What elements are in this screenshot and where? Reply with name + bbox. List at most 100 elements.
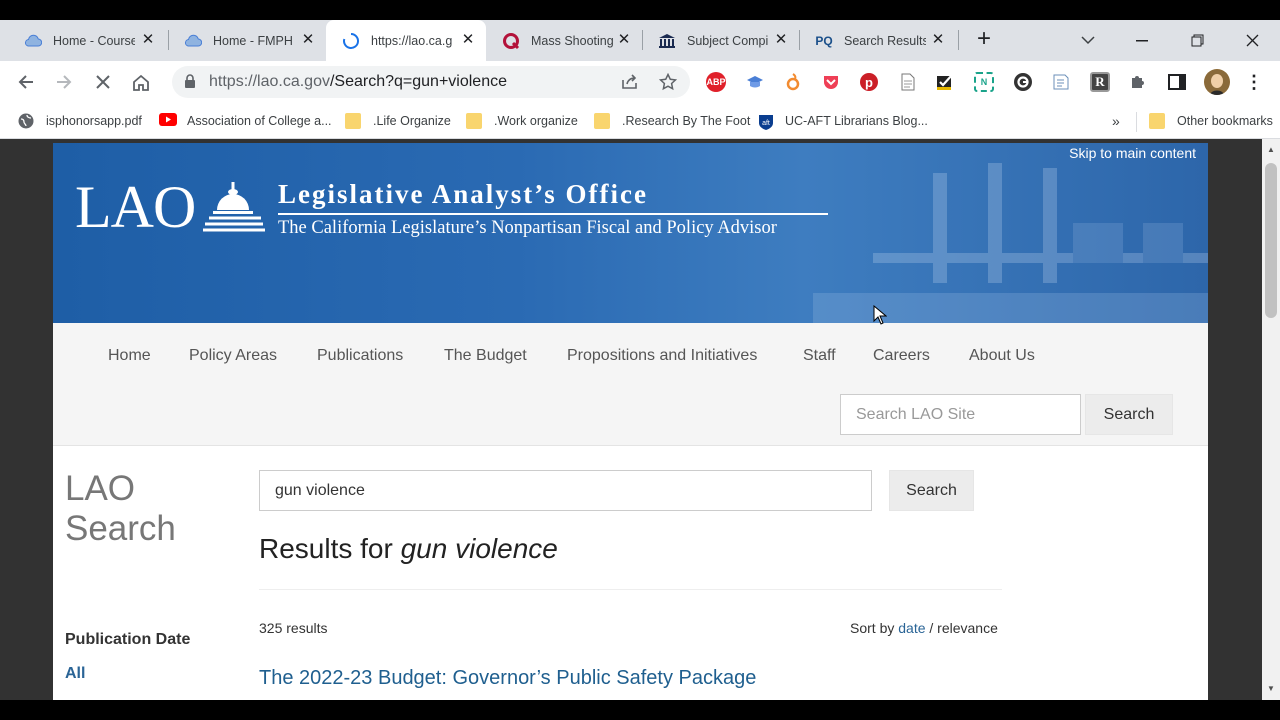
- n-icon[interactable]: N: [974, 72, 994, 92]
- close-icon[interactable]: ✕: [773, 32, 789, 48]
- r-icon[interactable]: R: [1090, 72, 1110, 92]
- bottom-black-band: [0, 700, 1280, 720]
- nav-propositions[interactable]: Propositions and Initiatives: [567, 347, 757, 365]
- bookmark-work-organize[interactable]: .Work organize: [466, 112, 578, 130]
- sort-by-date-link[interactable]: date: [898, 620, 925, 636]
- result-title-link[interactable]: The 2022-23 Budget: Governor’s Public Sa…: [259, 667, 756, 690]
- forward-button[interactable]: [50, 68, 78, 96]
- nav-publications[interactable]: Publications: [317, 347, 403, 365]
- proquest-icon: PQ: [815, 33, 833, 48]
- filter-all-link[interactable]: All: [65, 665, 85, 683]
- tab-strip: Home - Course ✕ Home - FMPH ✕ https://la…: [0, 20, 1280, 61]
- close-icon[interactable]: ✕: [460, 32, 476, 48]
- bookmark-label: .Research By The Foot: [622, 114, 751, 128]
- library-icon: [658, 32, 676, 50]
- bookmark-uc-aft[interactable]: aft UC-AFT Librarians Blog...: [757, 112, 928, 130]
- site-title: Legislative Analyst’s Office: [278, 179, 648, 209]
- tab-title: Home - Course: [53, 33, 135, 48]
- lao-logo-text[interactable]: LAO: [75, 173, 196, 242]
- loading-spinner-icon: [342, 32, 360, 50]
- home-button[interactable]: [127, 68, 155, 96]
- bookmark-label: .Life Organize: [373, 114, 451, 128]
- scroll-down-arrow-icon[interactable]: ▼: [1266, 684, 1276, 694]
- close-icon[interactable]: ✕: [616, 32, 632, 48]
- bookmark-star-icon[interactable]: [654, 68, 682, 96]
- site-subtitle: The California Legislature’s Nonpartisan…: [278, 218, 777, 238]
- folder-icon: [345, 113, 361, 129]
- sort-by-relevance[interactable]: relevance: [937, 620, 998, 636]
- result-count: 325 results: [259, 620, 328, 636]
- mouse-cursor-icon: [873, 305, 887, 325]
- close-icon[interactable]: ✕: [930, 32, 946, 48]
- site-header-banner: Skip to main content LAO Legislative Ana…: [53, 143, 1208, 323]
- top-black-band: [0, 0, 1280, 20]
- tab-search-chevron-icon[interactable]: [1065, 20, 1111, 61]
- tab-title: Mass Shooting: [531, 33, 613, 48]
- close-icon[interactable]: ✕: [300, 32, 316, 48]
- tab-search-results[interactable]: PQ Search Results ✕: [799, 20, 956, 61]
- flame-icon[interactable]: [783, 72, 803, 92]
- bookmark-life-organize[interactable]: .Life Organize: [345, 112, 451, 130]
- nav-about-us[interactable]: About Us: [969, 347, 1035, 365]
- puzzle-icon[interactable]: [1128, 72, 1148, 92]
- q-logo-icon: [502, 32, 520, 50]
- tab-mass-shooting[interactable]: Mass Shooting ✕: [486, 20, 642, 61]
- bookmark-label: Association of College a...: [187, 114, 332, 128]
- nav-careers[interactable]: Careers: [873, 347, 930, 365]
- scroll-thumb[interactable]: [1265, 163, 1277, 318]
- tab-subject-compi[interactable]: Subject Compi ✕: [642, 20, 799, 61]
- mortarboard-icon[interactable]: [745, 72, 765, 92]
- scroll-up-arrow-icon[interactable]: ▲: [1266, 145, 1276, 155]
- tab-home-course[interactable]: Home - Course ✕: [8, 20, 166, 61]
- checkbox-icon[interactable]: [936, 72, 956, 92]
- skip-to-main-link[interactable]: Skip to main content: [1069, 145, 1196, 161]
- address-bar[interactable]: https://lao.ca.gov/Search?q=gun+violence: [172, 66, 690, 98]
- search-query-input[interactable]: gun violence: [259, 470, 872, 511]
- tab-home-fmph[interactable]: Home - FMPH ✕: [168, 20, 326, 61]
- bookmark-label: .Work organize: [494, 114, 578, 128]
- bookmark-association[interactable]: Association of College a...: [159, 112, 332, 130]
- site-search-input[interactable]: Search LAO Site: [840, 394, 1081, 435]
- avatar[interactable]: [1204, 69, 1230, 95]
- capitol-dome-icon: [203, 182, 265, 232]
- side-panel-icon[interactable]: [1167, 72, 1187, 92]
- stop-loading-button[interactable]: [89, 68, 117, 96]
- close-window-button[interactable]: [1229, 20, 1275, 61]
- other-bookmarks[interactable]: Other bookmarks: [1149, 112, 1273, 130]
- cloud-icon: [24, 32, 42, 50]
- share-icon[interactable]: [616, 68, 644, 96]
- bookmark-research[interactable]: .Research By The Foot: [594, 112, 750, 130]
- close-icon[interactable]: ✕: [140, 32, 156, 48]
- back-button[interactable]: [12, 68, 40, 96]
- sort-control: Sort by date / relevance: [850, 620, 998, 636]
- tab-lao-active[interactable]: https://lao.ca.g ✕: [326, 20, 486, 61]
- page-icon[interactable]: [898, 72, 918, 92]
- main-nav: Home Policy Areas Publications The Budge…: [53, 323, 1208, 446]
- pocket-icon[interactable]: [821, 72, 841, 92]
- globe-icon: [18, 113, 34, 129]
- url-path: /Search?q=gun+violence: [329, 73, 507, 90]
- lock-icon[interactable]: [184, 74, 196, 94]
- bookmarks-overflow-button[interactable]: »: [1112, 112, 1120, 130]
- adblock-icon[interactable]: ABP: [706, 72, 726, 92]
- minimize-button[interactable]: [1119, 20, 1165, 61]
- results-prefix: Results for: [259, 533, 401, 564]
- note-icon[interactable]: [1051, 72, 1071, 92]
- nav-the-budget[interactable]: The Budget: [444, 347, 527, 365]
- grammarly-icon[interactable]: [1013, 72, 1033, 92]
- bookmark-isphonorsapp[interactable]: isphonorsapp.pdf: [18, 112, 142, 130]
- pinterest-icon[interactable]: p: [859, 72, 879, 92]
- bookmark-label: isphonorsapp.pdf: [46, 114, 142, 128]
- page-scrollbar[interactable]: ▲ ▼: [1262, 139, 1280, 700]
- nav-policy-areas[interactable]: Policy Areas: [189, 347, 277, 365]
- new-tab-button[interactable]: +: [972, 27, 996, 52]
- menu-kebab-icon[interactable]: ⋮: [1244, 72, 1264, 92]
- nav-staff[interactable]: Staff: [803, 347, 836, 365]
- site-search-button[interactable]: Search: [1085, 394, 1173, 435]
- search-button[interactable]: Search: [889, 470, 974, 511]
- svg-text:p: p: [865, 75, 873, 90]
- restore-button[interactable]: [1174, 20, 1220, 61]
- nav-home[interactable]: Home: [108, 347, 151, 365]
- uc-aft-icon: aft: [757, 113, 773, 130]
- divider: [259, 589, 1002, 590]
